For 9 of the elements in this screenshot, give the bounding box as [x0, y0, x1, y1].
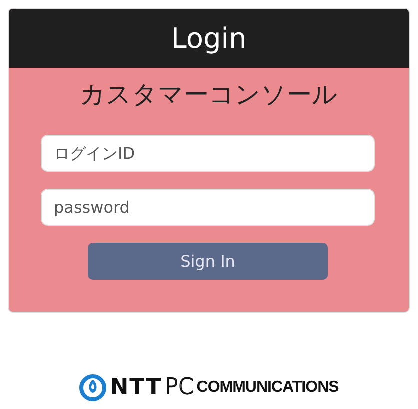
- logo-text: COMMUNICATIONS: [196, 378, 339, 398]
- input-field[interactable]: ログインID: [41, 135, 375, 172]
- card-title: Login: [171, 20, 247, 56]
- logo-icon: [79, 374, 108, 402]
- sign-in-button[interactable]: Sign In: [88, 243, 328, 280]
- console-heading: カスタマーコンソール: [79, 80, 339, 110]
- logo-text: NTT: [110, 374, 162, 402]
- logo-text: PC: [165, 374, 194, 402]
- input-field[interactable]: password: [41, 189, 375, 226]
